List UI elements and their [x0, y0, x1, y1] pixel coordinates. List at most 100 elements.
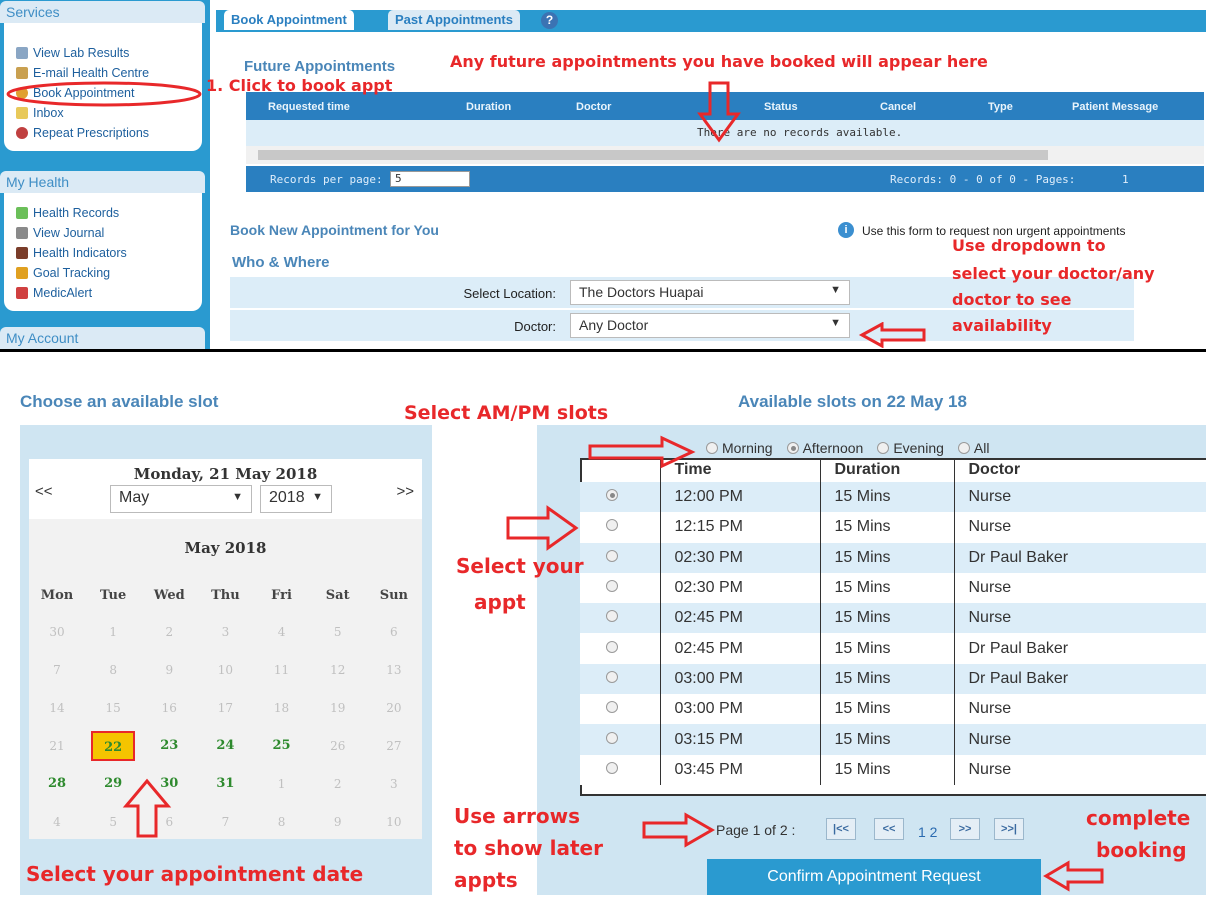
top-screenshot: Services View Lab Results E-mail Health … — [0, 0, 1206, 349]
bottom-screenshot: Choose an available slot Available slots… — [0, 352, 1206, 901]
slot-radio[interactable] — [606, 580, 618, 593]
annotation-arrow-down-icon — [697, 81, 741, 143]
horizontal-scrollbar[interactable] — [246, 146, 1204, 164]
slot-row[interactable]: 02:45 PM 15 Mins Nurse — [580, 603, 1206, 634]
calendar-day-cell: 19 — [330, 701, 346, 715]
pager-page-links[interactable]: 1 2 — [918, 824, 937, 840]
filter-evening-radio[interactable] — [877, 442, 890, 454]
tab-book-appointment[interactable]: Book Appointment — [224, 10, 354, 30]
slot-row[interactable]: 03:45 PM 15 Mins Nurse — [580, 754, 1206, 785]
slot-row[interactable]: 03:15 PM 15 Mins Nurse — [580, 724, 1206, 755]
calendar-day-cell: 20 — [386, 701, 402, 715]
slot-row[interactable]: 12:15 PM 15 Mins Nurse — [580, 512, 1206, 543]
sidebar-item-prescriptions[interactable]: Repeat Prescriptions — [4, 123, 202, 143]
sidebar-item-goal-tracking[interactable]: Goal Tracking — [4, 263, 202, 283]
slot-row[interactable]: 03:00 PM 15 Mins Nurse — [580, 694, 1206, 725]
location-select[interactable]: The Doctors Huapai ▼ — [570, 280, 850, 305]
slot-time: 02:30 PM — [659, 542, 820, 573]
sidebar-item-health-records[interactable]: Health Records — [4, 203, 202, 223]
filter-morning-radio[interactable] — [706, 442, 718, 454]
calendar-day-cell: 7 — [221, 815, 230, 829]
slot-radio[interactable] — [606, 761, 618, 774]
pager-last-button[interactable]: >>| — [994, 818, 1024, 840]
calendar-day-cell[interactable]: 24 — [203, 731, 247, 761]
slot-radio[interactable] — [606, 489, 618, 502]
tab-past-appointments[interactable]: Past Appointments — [388, 10, 520, 30]
slot-duration: 15 Mins — [819, 482, 954, 513]
slot-radio[interactable] — [606, 640, 618, 653]
calendar-day-cell[interactable]: 25 — [260, 731, 304, 761]
sidebar-item-lab-results[interactable]: View Lab Results — [4, 43, 202, 63]
slots-table: Time Duration Doctor 12:00 PM 15 Mins Nurs… — [580, 458, 1206, 785]
scrollbar-thumb[interactable] — [258, 150, 1048, 160]
slot-row[interactable]: 02:30 PM 15 Mins Dr Paul Baker — [580, 542, 1206, 573]
location-label: Select Location: — [463, 286, 556, 301]
slot-row[interactable]: 02:45 PM 15 Mins Dr Paul Baker — [580, 633, 1206, 664]
sidebar-item-health-indicators[interactable]: Health Indicators — [4, 243, 202, 263]
sidebar-item-journal[interactable]: View Journal — [4, 223, 202, 243]
calendar-day-cell: 30 — [49, 625, 65, 639]
year-select[interactable]: 2018 ▼ — [260, 485, 332, 513]
annotation-complete-2: booking — [1096, 838, 1187, 862]
calendar-day-cell: 1 — [277, 777, 286, 791]
calendar-month-title: May 2018 — [184, 539, 267, 557]
slot-row[interactable]: 02:30 PM 15 Mins Nurse — [580, 572, 1206, 604]
calendar-next-button[interactable]: >> — [396, 483, 414, 500]
indicators-icon — [16, 247, 28, 259]
col-doctor: Doctor — [953, 458, 1206, 482]
pager-first-button[interactable]: |<< — [826, 818, 856, 840]
highlight-circle — [6, 81, 202, 107]
calendar-day-cell: 2 — [333, 777, 342, 791]
calendar-day-cell[interactable]: 28 — [35, 769, 79, 799]
calendar-day-cell[interactable]: 23 — [147, 731, 191, 761]
calendar-day-cell: 12 — [330, 663, 346, 677]
available-slots-title: Available slots on 22 May 18 — [738, 392, 967, 411]
calendar-dow-thu: Thu — [211, 588, 240, 603]
calendar-day-cell: 17 — [217, 701, 234, 715]
slot-row[interactable]: 12:00 PM 15 Mins Nurse — [580, 482, 1206, 513]
slot-doctor: Nurse — [953, 512, 1206, 543]
lab-results-icon — [16, 47, 28, 59]
slot-doctor: Nurse — [953, 724, 1206, 755]
slot-duration: 15 Mins — [819, 724, 954, 755]
calendar-day-cell: 14 — [49, 701, 65, 715]
health-records-icon — [16, 207, 28, 219]
slot-radio[interactable] — [606, 519, 618, 532]
help-icon[interactable]: ? — [541, 12, 558, 29]
calendar-dow-sat: Sat — [325, 588, 350, 603]
calendar-day-cell: 4 — [277, 625, 286, 639]
calendar-day-cell: 3 — [221, 625, 230, 639]
slot-radio[interactable] — [606, 549, 618, 562]
col-duration: Duration — [819, 458, 954, 482]
calendar-day-cell: 11 — [273, 663, 290, 677]
calendar-day-cell[interactable]: 31 — [203, 769, 247, 799]
services-heading: Services — [0, 1, 205, 23]
confirm-appointment-button[interactable]: Confirm Appointment Request — [707, 859, 1041, 895]
sidebar-item-medicalert[interactable]: MedicAlert — [4, 283, 202, 303]
chevron-down-icon: ▼ — [830, 317, 841, 329]
calendar-day-cell[interactable]: 22 — [91, 731, 136, 761]
annotation-select-appt-2: appt — [474, 590, 526, 614]
slot-time: 03:00 PM — [659, 694, 820, 725]
pager-prev-button[interactable]: << — [874, 818, 904, 840]
pager-next-button[interactable]: >> — [950, 818, 980, 840]
doctor-select[interactable]: Any Doctor ▼ — [570, 313, 850, 338]
annotation-use-arrows-1: Use arrows — [454, 804, 581, 828]
future-pager-pages[interactable]: 1 — [1122, 173, 1129, 186]
slot-radio[interactable] — [606, 670, 618, 683]
slot-duration: 15 Mins — [819, 542, 954, 573]
month-select[interactable]: May ▼ — [110, 485, 252, 513]
slot-row[interactable]: 03:00 PM 15 Mins Dr Paul Baker — [580, 663, 1206, 695]
calendar-prev-button[interactable]: << — [35, 483, 53, 500]
future-grid-pager: Records per page: 5 Records: 0 - 0 of 0 … — [246, 166, 1204, 192]
records-per-page-select[interactable]: 5 — [390, 171, 470, 187]
annotation-arrow-left-icon — [1043, 860, 1104, 892]
filter-afternoon-radio[interactable] — [786, 442, 799, 454]
annotation-arrow-right-icon — [642, 812, 716, 848]
slot-radio[interactable] — [606, 610, 618, 623]
filter-all-radio[interactable] — [957, 442, 970, 454]
slot-radio[interactable] — [606, 701, 618, 714]
slot-radio[interactable] — [606, 731, 618, 744]
annotation-use-arrows-3: appts — [454, 868, 518, 892]
my-account-heading[interactable]: My Account — [0, 327, 205, 349]
